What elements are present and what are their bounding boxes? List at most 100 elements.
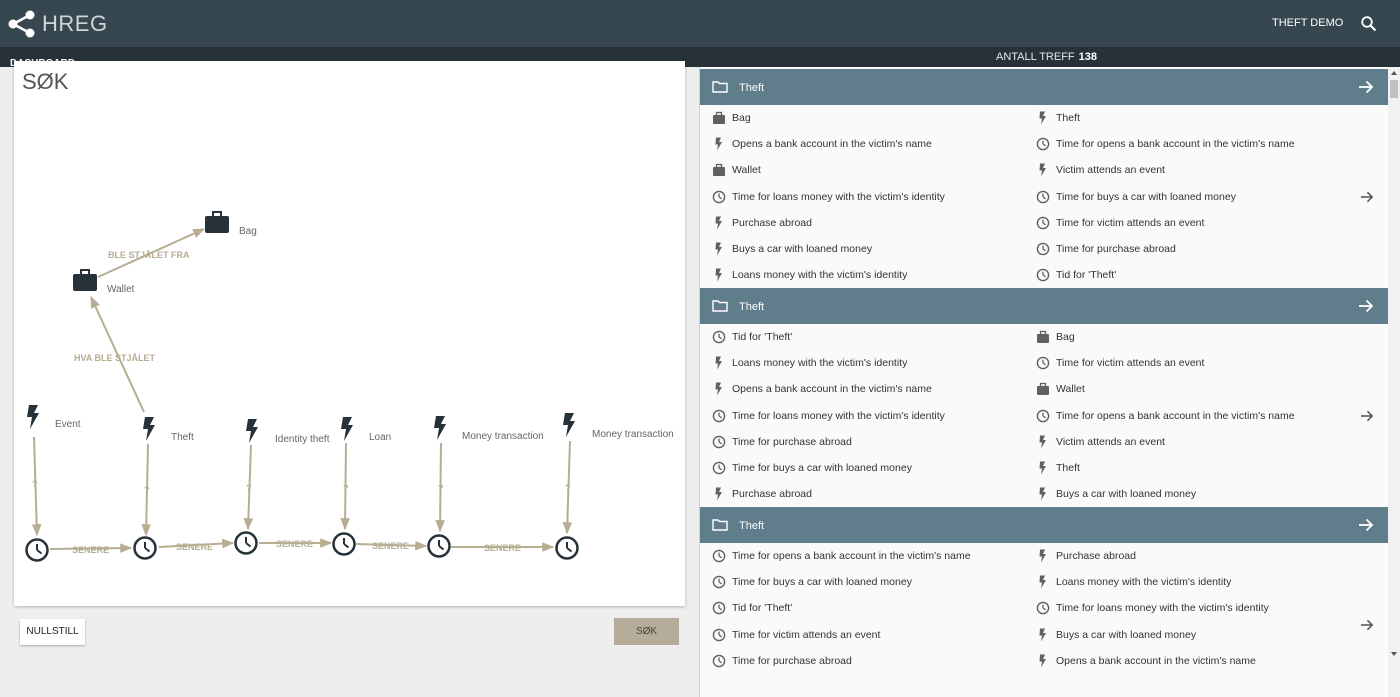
clock-icon xyxy=(712,409,726,422)
time-node-2[interactable] xyxy=(133,536,157,560)
result-item-label: Time for opens a bank account in the vic… xyxy=(1056,138,1295,151)
clock-icon xyxy=(712,330,726,344)
edge-label-later-3: SENERE xyxy=(276,539,313,549)
node-label-wallet: Wallet xyxy=(107,284,135,295)
node-bag[interactable] xyxy=(204,211,230,234)
result-item-label: Loans money with the victim's identity xyxy=(732,269,908,282)
edge-label-later-2: SENERE xyxy=(176,542,213,552)
query-graph[interactable]: BLE STJÅLET FRA HVA BLE STJÅLET ? ? ? ? … xyxy=(14,61,685,606)
clock-icon xyxy=(712,190,726,203)
result-group-title: Theft xyxy=(739,82,765,94)
edge-label-unknown-4: ? xyxy=(343,483,349,493)
search-panel: SØK BLE STJÅLET FRA HVA BLE STJÅLET ? ? xyxy=(14,61,685,606)
folder-icon xyxy=(712,300,728,312)
search-button[interactable]: SØK xyxy=(614,618,679,645)
app-title[interactable]: HREG xyxy=(42,11,108,37)
lightning-icon xyxy=(1039,549,1046,563)
time-node-5[interactable] xyxy=(427,534,451,558)
open-group-arrow-icon[interactable] xyxy=(1358,518,1374,532)
result-item-label: Time for loans money with the victim's i… xyxy=(1056,602,1269,615)
node-label-event: Event xyxy=(55,419,81,430)
result-item-label: Time for victim attends an event xyxy=(1056,216,1205,229)
results-list[interactable]: Theft Bag Opens a bank account in the vict… xyxy=(700,67,1388,697)
top-app-bar: HREG THEFT DEMO xyxy=(0,0,1400,47)
node-label-loan: Loan xyxy=(369,432,391,443)
lightning-icon xyxy=(715,268,722,282)
result-group: Theft Bag Opens a bank account in the vict… xyxy=(700,69,1388,296)
open-result-arrow-icon[interactable] xyxy=(1360,191,1374,203)
result-item-label: Buys a car with loaned money xyxy=(732,243,873,255)
result-item-label: Opens a bank account in the victim's nam… xyxy=(732,138,932,151)
node-event[interactable] xyxy=(27,405,39,429)
result-item-label: Purchase abroad xyxy=(732,216,812,229)
briefcase-icon xyxy=(1037,330,1049,343)
result-group-header[interactable]: Theft xyxy=(700,507,1388,543)
clock-icon xyxy=(712,575,726,589)
result-group: Theft Tid for 'Theft' Loans money with the… xyxy=(700,288,1388,515)
clock-icon xyxy=(1036,137,1050,151)
user-menu[interactable]: THEFT DEMO xyxy=(1272,17,1343,29)
open-result-arrow-icon[interactable] xyxy=(1360,410,1374,422)
result-item-label: Time for purchase abroad xyxy=(732,435,852,448)
clock-icon xyxy=(1036,356,1050,370)
lightning-icon xyxy=(715,216,722,230)
result-item-label: Wallet xyxy=(1056,383,1085,396)
result-item-label: Bag xyxy=(1056,331,1075,343)
result-group-header[interactable]: Theft xyxy=(700,288,1388,324)
result-item-label: Victim attends an event xyxy=(1056,435,1165,448)
scroll-up-arrow-icon[interactable] xyxy=(1391,71,1397,75)
open-group-arrow-icon[interactable] xyxy=(1358,299,1374,313)
result-item-label: Time for purchase abroad xyxy=(732,654,852,667)
node-wallet[interactable] xyxy=(72,269,98,292)
time-node-4[interactable] xyxy=(332,532,356,556)
node-identity-theft[interactable] xyxy=(246,419,258,443)
result-item-label: Time for opens a bank account in the vic… xyxy=(1056,409,1295,422)
edge-label-stolen-from: BLE STJÅLET FRA xyxy=(108,250,190,260)
result-item-label: Theft xyxy=(1056,462,1080,474)
time-node-6[interactable] xyxy=(555,536,579,560)
results-scrollbar[interactable] xyxy=(1388,67,1400,697)
briefcase-icon xyxy=(1037,383,1049,396)
scroll-thumb[interactable] xyxy=(1390,80,1398,98)
open-group-arrow-icon[interactable] xyxy=(1358,80,1374,94)
node-loan[interactable] xyxy=(341,417,353,441)
reset-button[interactable]: NULLSTILL xyxy=(20,619,85,645)
node-money-transaction-2[interactable] xyxy=(563,413,575,437)
time-node-3[interactable] xyxy=(234,531,258,555)
node-theft[interactable] xyxy=(143,417,155,441)
search-icon[interactable] xyxy=(1360,15,1378,33)
briefcase-icon xyxy=(713,111,725,124)
node-money-transaction-1[interactable] xyxy=(434,416,446,440)
share-logo-icon[interactable] xyxy=(6,10,38,38)
result-item-label: Buys a car with loaned money xyxy=(1056,488,1197,501)
briefcase-icon xyxy=(713,164,725,177)
open-result-arrow-icon[interactable] xyxy=(1360,619,1374,631)
clock-icon xyxy=(1036,242,1050,256)
node-label-money-transaction-1: Money transaction xyxy=(462,431,544,442)
clock-icon xyxy=(712,549,726,563)
clock-icon xyxy=(712,602,726,615)
result-item-label: Time for victim attends an event xyxy=(1056,357,1205,370)
clock-icon xyxy=(1036,216,1050,230)
result-item-label: Time for opens a bank account in the vic… xyxy=(732,550,971,562)
lightning-icon xyxy=(1039,163,1046,177)
lightning-icon xyxy=(715,356,722,370)
edge-label-unknown-3: ? xyxy=(246,483,252,493)
time-node-1[interactable] xyxy=(25,538,49,562)
result-item-label: Time for buys a car with loaned money xyxy=(732,576,912,589)
node-label-money-transaction-2: Money transaction xyxy=(592,429,674,440)
node-label-theft: Theft xyxy=(171,432,194,443)
result-item-label: Opens a bank account in the victim's nam… xyxy=(1056,654,1256,667)
result-group-header[interactable]: Theft xyxy=(700,69,1388,105)
edge-label-unknown-6: ? xyxy=(565,483,571,493)
folder-icon xyxy=(712,81,728,93)
result-item-label: Tid for 'Theft' xyxy=(1056,269,1117,282)
result-item-label: Time for buys a car with loaned money xyxy=(732,462,912,474)
hit-count: ANTALL TREFF 138 xyxy=(996,51,1097,63)
scroll-down-arrow-icon[interactable] xyxy=(1391,652,1397,656)
edge-label-unknown-1: ? xyxy=(32,479,38,489)
lightning-icon xyxy=(1039,111,1046,125)
lightning-icon xyxy=(715,382,722,396)
result-item-label: Time for buys a car with loaned money xyxy=(1056,190,1236,203)
result-item-label: Opens a bank account in the victim's nam… xyxy=(732,383,932,396)
